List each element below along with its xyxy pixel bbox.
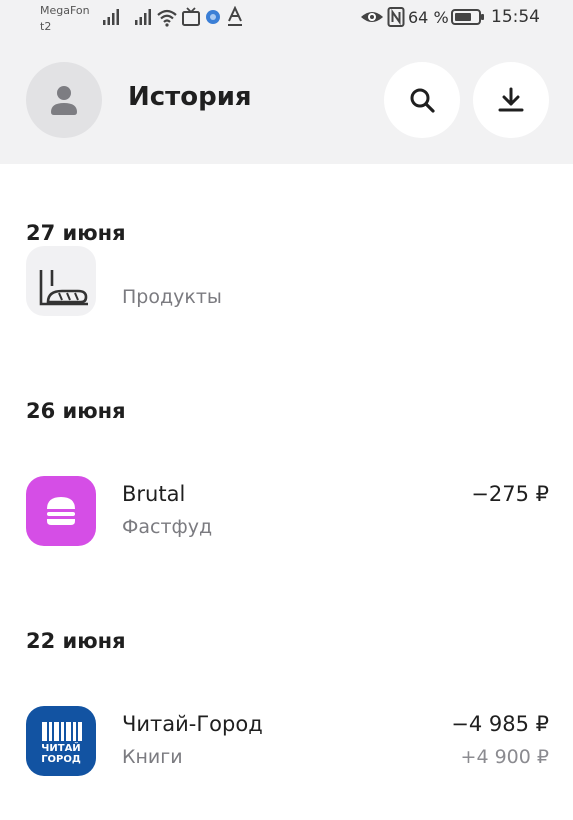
transaction-category: Продукты — [122, 286, 222, 308]
wifi-icon — [157, 9, 177, 27]
merchant-logo: ЧИТАЙ ГОРОД — [26, 706, 96, 776]
tv-icon — [182, 7, 200, 26]
transaction-category: Книги — [122, 746, 183, 768]
app-dot-icon — [206, 10, 220, 24]
transaction-amount: −4 985 ₽ — [451, 712, 549, 736]
search-icon — [410, 88, 435, 113]
logo-text: ГОРОД — [41, 754, 81, 765]
nfc-icon — [387, 7, 405, 27]
transaction-row-groceries[interactable]: Продукты — [0, 246, 573, 320]
signal-icon — [103, 9, 119, 25]
page-title: История — [128, 82, 252, 112]
logo-text: ЧИТАЙ — [41, 741, 80, 754]
burger-icon — [47, 497, 75, 525]
download-icon — [498, 87, 524, 112]
status-bar: MegaFon t2 64 % 15:54 — [0, 0, 573, 40]
date-header: 27 июня — [26, 221, 126, 245]
bread-icon — [39, 270, 88, 306]
signal-icon — [135, 9, 151, 25]
avatar-icon — [51, 86, 77, 115]
avatar[interactable] — [26, 62, 102, 138]
operator-name: MegaFon — [40, 4, 90, 17]
download-button[interactable] — [473, 62, 549, 138]
transaction-row-chitai-gorod[interactable]: ЧИТАЙ ГОРОД Читай-Город Книги −4 985 ₽ +… — [0, 706, 573, 778]
merchant-logo — [26, 476, 96, 546]
transaction-amount: −275 ₽ — [471, 482, 549, 506]
transaction-name: Brutal — [122, 482, 186, 506]
transaction-cashback: +4 900 ₽ — [460, 746, 549, 768]
date-header: 26 июня — [26, 399, 126, 423]
battery-percent: 64 % — [408, 8, 449, 27]
merchant-logo — [26, 246, 96, 316]
battery-icon — [451, 9, 484, 25]
chitai-gorod-logo: ЧИТАЙ ГОРОД — [41, 722, 82, 765]
transaction-row-brutal[interactable]: Brutal Фастфуд −275 ₽ — [0, 476, 573, 548]
date-header: 22 июня — [26, 629, 126, 653]
a-underline-icon — [228, 6, 242, 26]
eye-icon — [361, 12, 383, 22]
transaction-name: Читай-Город — [122, 712, 263, 736]
operator-name-2: t2 — [40, 20, 52, 33]
transaction-category: Фастфуд — [122, 516, 213, 538]
search-button[interactable] — [384, 62, 460, 138]
clock: 15:54 — [491, 7, 540, 27]
